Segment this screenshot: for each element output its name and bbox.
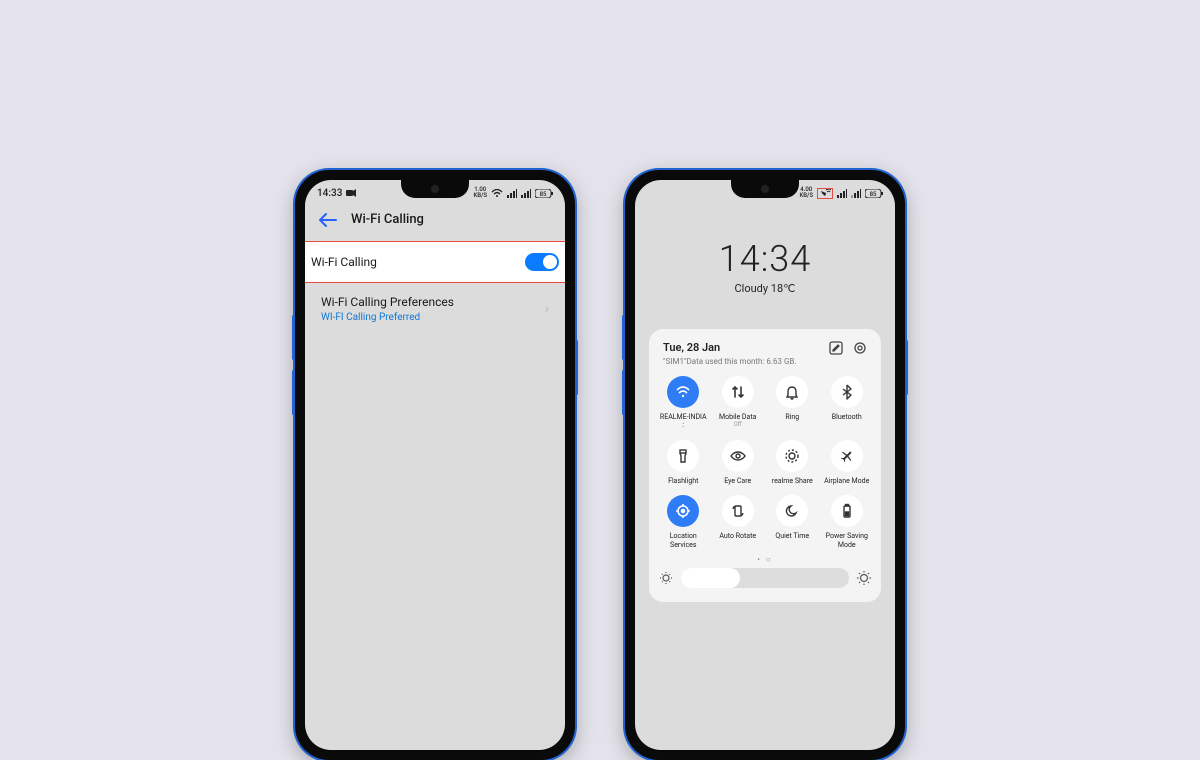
tile-label: Airplane Mode (824, 477, 869, 485)
screen-quicksettings: 4.00KB/S 85 14:34 Cloudy 18℃ Tue, 28 Jan… (635, 180, 895, 750)
battery-icon: 85 (535, 189, 553, 198)
svg-text:85: 85 (870, 191, 877, 198)
phone-right: 4.00KB/S 85 14:34 Cloudy 18℃ Tue, 28 Jan… (625, 170, 905, 760)
tile-bluetooth[interactable]: Bluetooth (823, 376, 872, 430)
notch (731, 180, 799, 198)
bell-icon[interactable] (776, 376, 808, 408)
signal-icon (507, 189, 517, 198)
location-icon[interactable] (667, 495, 699, 527)
tile-label: Power Saving Mode (823, 532, 872, 549)
status-netspeed: 4.00KB/S (799, 187, 813, 199)
wifi-icon[interactable] (667, 376, 699, 408)
tile-share[interactable]: realme Share (768, 440, 817, 485)
clock-time: 14:34 (649, 238, 881, 280)
mobile-data-icon[interactable] (722, 376, 754, 408)
tile-battery[interactable]: Power Saving Mode (823, 495, 872, 549)
battery-icon: 85 (865, 189, 883, 198)
weather-text: Cloudy 18℃ (649, 282, 881, 295)
tile-label: Auto Rotate (719, 532, 756, 540)
edit-icon[interactable] (829, 341, 843, 355)
wifi-calling-toggle-row[interactable]: Wi-Fi Calling (305, 241, 565, 283)
status-netspeed: 1.00KB/S (473, 187, 487, 199)
tile-label: Quiet Time (775, 532, 809, 540)
svg-text:85: 85 (540, 191, 547, 198)
chevron-right-icon: › (545, 301, 549, 317)
tile-label: REALME-INDIA : (659, 413, 708, 430)
status-time: 14:33 (317, 188, 342, 199)
brightness-slider-row (659, 568, 871, 588)
toggle-switch[interactable] (525, 253, 559, 271)
battery-icon[interactable] (831, 495, 863, 527)
tile-bell[interactable]: Ring (768, 376, 817, 430)
bluetooth-icon[interactable] (831, 376, 863, 408)
tile-label: Flashlight (668, 477, 698, 485)
data-usage-text: "SIM1"Data used this month: 6.63 GB. (663, 357, 797, 366)
flashlight-icon[interactable] (667, 440, 699, 472)
brightness-low-icon (659, 571, 673, 585)
tile-label: Ring (785, 413, 799, 421)
brightness-auto-icon[interactable] (857, 571, 871, 585)
pref-value: WI-FI Calling Preferred (321, 312, 454, 323)
tile-label: Mobile Data (719, 413, 756, 421)
video-icon (346, 189, 356, 197)
back-arrow-icon[interactable] (319, 213, 337, 227)
tile-location[interactable]: Location Services (659, 495, 708, 549)
page-title: Wi-Fi Calling (351, 212, 424, 227)
tile-sub: Off (734, 421, 742, 428)
notch (401, 180, 469, 198)
toggle-label: Wi-Fi Calling (311, 255, 377, 269)
vowifi-icon (817, 188, 833, 199)
airplane-icon[interactable] (831, 440, 863, 472)
wifi-icon (491, 189, 503, 198)
brightness-slider[interactable] (681, 568, 849, 588)
signal-icon-2 (851, 189, 861, 198)
page-dots: • ○ (659, 555, 871, 564)
tile-label: Bluetooth (832, 413, 862, 421)
signal-icon-2 (521, 189, 531, 198)
screen-settings: 14:33 1.00KB/S 85 Wi-Fi Calling Wi-Fi Ca… (305, 180, 565, 750)
settings-header: Wi-Fi Calling (305, 206, 565, 241)
share-icon[interactable] (776, 440, 808, 472)
tile-mobile-data[interactable]: Mobile DataOff (714, 376, 763, 430)
signal-icon (837, 189, 847, 198)
pref-label: Wi-Fi Calling Preferences (321, 295, 454, 309)
tile-wifi[interactable]: REALME-INDIA : (659, 376, 708, 430)
tile-eye[interactable]: Eye Care (714, 440, 763, 485)
rotate-icon[interactable] (722, 495, 754, 527)
tile-airplane[interactable]: Airplane Mode (823, 440, 872, 485)
panel-date: Tue, 28 Jan (663, 341, 797, 354)
tile-rotate[interactable]: Auto Rotate (714, 495, 763, 549)
tile-moon[interactable]: Quiet Time (768, 495, 817, 549)
quick-settings-panel: Tue, 28 Jan "SIM1"Data used this month: … (649, 329, 881, 602)
tile-label: Location Services (659, 532, 708, 549)
moon-icon[interactable] (776, 495, 808, 527)
wifi-calling-preferences-row[interactable]: Wi-Fi Calling Preferences WI-FI Calling … (305, 283, 565, 335)
settings-icon[interactable] (853, 341, 867, 355)
tile-label: Eye Care (724, 477, 751, 485)
eye-icon[interactable] (722, 440, 754, 472)
clock-widget: 14:34 Cloudy 18℃ (649, 238, 881, 295)
tile-label: realme Share (772, 477, 813, 485)
tile-flashlight[interactable]: Flashlight (659, 440, 708, 485)
phone-left: 14:33 1.00KB/S 85 Wi-Fi Calling Wi-Fi Ca… (295, 170, 575, 760)
